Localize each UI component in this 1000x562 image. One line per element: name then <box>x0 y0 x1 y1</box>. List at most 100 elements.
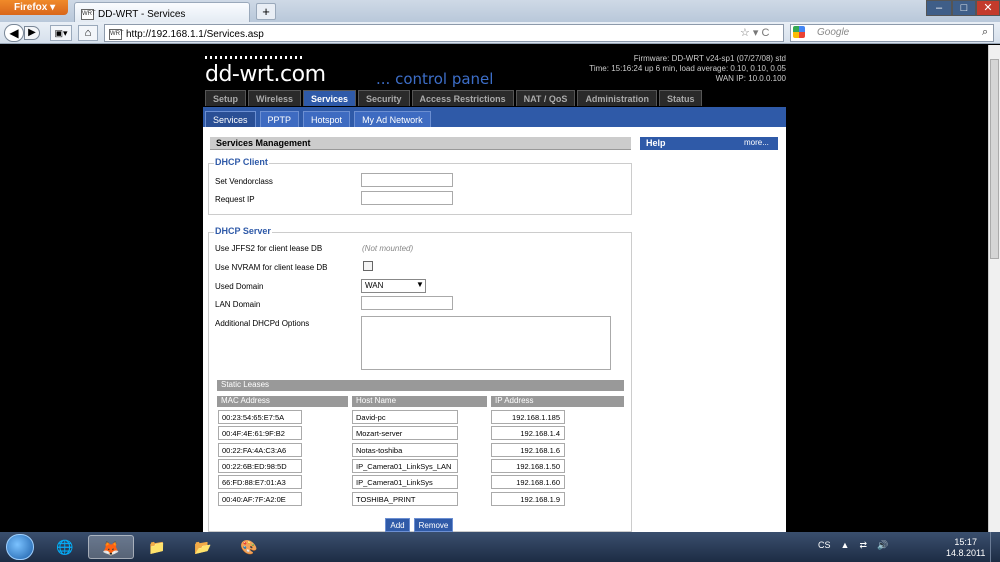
tab-title: DD-WRT - Services <box>98 8 186 20</box>
firmware-version: Firmware: DD-WRT v24-sp1 (07/27/08) std <box>633 54 786 63</box>
tab-status[interactable]: Status <box>658 90 703 106</box>
dhcpd-options-textarea[interactable] <box>361 316 611 370</box>
add-lease-button[interactable]: Add <box>385 518 410 532</box>
uptime: Time: 15:16:24 up 6 min, load average: 0… <box>589 64 786 73</box>
tab-access-restrictions[interactable]: Access Restrictions <box>411 90 514 106</box>
clock-date: 14.8.2011 <box>946 548 986 558</box>
vendorclass-input[interactable] <box>361 173 453 187</box>
nvram-label: Use NVRAM for client lease DB <box>215 263 328 272</box>
search-input[interactable]: Google <box>790 24 994 42</box>
tab-services[interactable]: Services <box>302 90 357 106</box>
help-more-link[interactable]: more... <box>744 138 769 147</box>
bookmark-toolbar-icon[interactable]: ▣▾ <box>50 25 72 41</box>
nvram-checkbox[interactable] <box>363 261 373 271</box>
close-icon[interactable]: ✕ <box>976 0 1000 16</box>
search-icon[interactable]: ⌕ <box>982 26 988 39</box>
clock-time: 15:17 <box>954 537 977 547</box>
dhcp-server-legend: DHCP Server <box>214 226 272 236</box>
paint-icon[interactable]: 🎨 <box>226 535 272 559</box>
lease-host[interactable]: IP_Camera01_LinkSys_LAN <box>352 459 458 473</box>
firefox-menu-label: Firefox <box>14 2 48 13</box>
lease-mac[interactable]: 00:4F:4E:61:9F:B2 <box>218 426 302 440</box>
lease-ip[interactable]: 192.168.1.60 <box>491 475 565 489</box>
network-tray-icon[interactable]: ⇄ <box>859 540 867 551</box>
back-icon[interactable]: ◀ <box>4 24 24 42</box>
firmware-info: Firmware: DD-WRT v24-sp1 (07/27/08) std … <box>560 54 786 84</box>
system-tray: CS ▲ ⇄ 🔊 <box>818 540 888 551</box>
lease-mac[interactable]: 00:22:FA:4A:C3:A6 <box>218 443 302 457</box>
vendorclass-label: Set Vendorclass <box>215 177 273 186</box>
tab-setup[interactable]: Setup <box>205 90 247 106</box>
request-ip-input[interactable] <box>361 191 453 205</box>
lease-host[interactable]: IP_Camera01_LinkSys <box>352 475 458 489</box>
lease-ip[interactable]: 192.168.1.9 <box>491 492 565 506</box>
window-controls: – □ ✕ <box>926 0 1000 16</box>
column-host-name: Host Name <box>352 396 487 407</box>
bookmark-star-icon[interactable]: ☆ ▾ C <box>740 26 769 39</box>
used-domain-label: Used Domain <box>215 282 264 291</box>
tab-wireless[interactable]: Wireless <box>248 90 301 106</box>
dhcp-client-fieldset <box>208 163 632 215</box>
lease-mac[interactable]: 00:40:AF:7F:A2:0E <box>218 492 302 506</box>
lease-ip[interactable]: 192.168.1.4 <box>491 426 565 440</box>
column-mac-address: MAC Address <box>217 396 348 407</box>
lease-host[interactable]: Notas-toshiba <box>352 443 458 457</box>
url-text: http://192.168.1.1/Services.asp <box>126 28 264 40</box>
firefox-taskbar-icon[interactable]: 🦊 <box>88 535 134 559</box>
main-tabs: Setup Wireless Services Security Access … <box>205 90 703 106</box>
lease-mac[interactable]: 66:FD:88:E7:01:A3 <box>218 475 302 489</box>
new-tab-button[interactable]: + <box>256 3 276 20</box>
lease-mac[interactable]: 00:22:6B:ED:98:5D <box>218 459 302 473</box>
static-leases-title: Static Leases <box>217 380 624 391</box>
browser-tab[interactable]: WRT DD-WRT - Services <box>74 2 250 22</box>
tab-security[interactable]: Security <box>358 90 410 106</box>
lease-host[interactable]: TOSHIBA_PRINT <box>352 492 458 506</box>
wan-ip: WAN IP: 10.0.0.100 <box>715 74 786 83</box>
lan-domain-input[interactable] <box>361 296 453 310</box>
explorer-icon[interactable]: 📁 <box>134 535 180 559</box>
folder-icon[interactable]: 📂 <box>180 535 226 559</box>
home-icon[interactable]: ⌂ <box>78 25 98 41</box>
minimize-icon[interactable]: – <box>926 0 952 16</box>
jffs2-note: (Not mounted) <box>362 244 414 253</box>
show-desktop-button[interactable] <box>990 532 1000 562</box>
lan-domain-label: LAN Domain <box>215 300 261 309</box>
tray-expand-icon[interactable]: ▲ <box>841 540 850 551</box>
subtab-my-ad-network[interactable]: My Ad Network <box>354 111 431 127</box>
jffs2-label: Use JFFS2 for client lease DB <box>215 244 323 253</box>
volume-icon[interactable]: 🔊 <box>877 540 888 551</box>
dd-wrt-favicon-icon: WRT <box>81 8 96 20</box>
network-app-icon[interactable]: 🌐 <box>42 535 88 559</box>
tab-administration[interactable]: Administration <box>577 90 657 106</box>
firefox-menu-button[interactable]: Firefox ▾ <box>0 0 68 15</box>
subtab-hotspot[interactable]: Hotspot <box>303 111 351 127</box>
forward-icon[interactable]: ▶ <box>24 26 40 40</box>
section-title: Services Management <box>210 137 631 150</box>
logo-dots <box>205 56 305 59</box>
start-button[interactable] <box>6 534 34 560</box>
lease-ip[interactable]: 192.168.1.185 <box>491 410 565 424</box>
tab-nat-qos[interactable]: NAT / QoS <box>515 90 576 106</box>
lease-mac[interactable]: 00:23:54:65:E7:5A <box>218 410 302 424</box>
lease-host[interactable]: Mozart-server <box>352 426 458 440</box>
maximize-icon[interactable]: □ <box>952 0 976 16</box>
google-icon <box>793 26 805 38</box>
language-indicator[interactable]: CS <box>818 540 831 551</box>
lease-host[interactable]: David-pc <box>352 410 458 424</box>
address-bar[interactable]: WRT http://192.168.1.1/Services.asp <box>104 24 784 42</box>
request-ip-label: Request IP <box>215 195 255 204</box>
lease-ip[interactable]: 192.168.1.6 <box>491 443 565 457</box>
lease-ip[interactable]: 192.168.1.50 <box>491 459 565 473</box>
scrollbar[interactable] <box>988 45 1000 532</box>
subtab-pptp[interactable]: PPTP <box>259 111 300 127</box>
taskbar-clock[interactable]: 15:17 14.8.2011 <box>946 537 985 559</box>
column-ip-address: IP Address <box>491 396 624 407</box>
sub-tabs: Services PPTP Hotspot My Ad Network <box>205 111 431 127</box>
subtab-services[interactable]: Services <box>205 111 256 127</box>
dhcp-client-legend: DHCP Client <box>214 157 269 167</box>
chevron-down-icon: ▼ <box>416 280 424 289</box>
dd-wrt-logo: dd-wrt.com <box>205 62 326 87</box>
remove-lease-button[interactable]: Remove <box>414 518 453 532</box>
control-panel-subtitle: ... control panel <box>376 70 494 88</box>
site-icon: WRT <box>109 28 124 40</box>
